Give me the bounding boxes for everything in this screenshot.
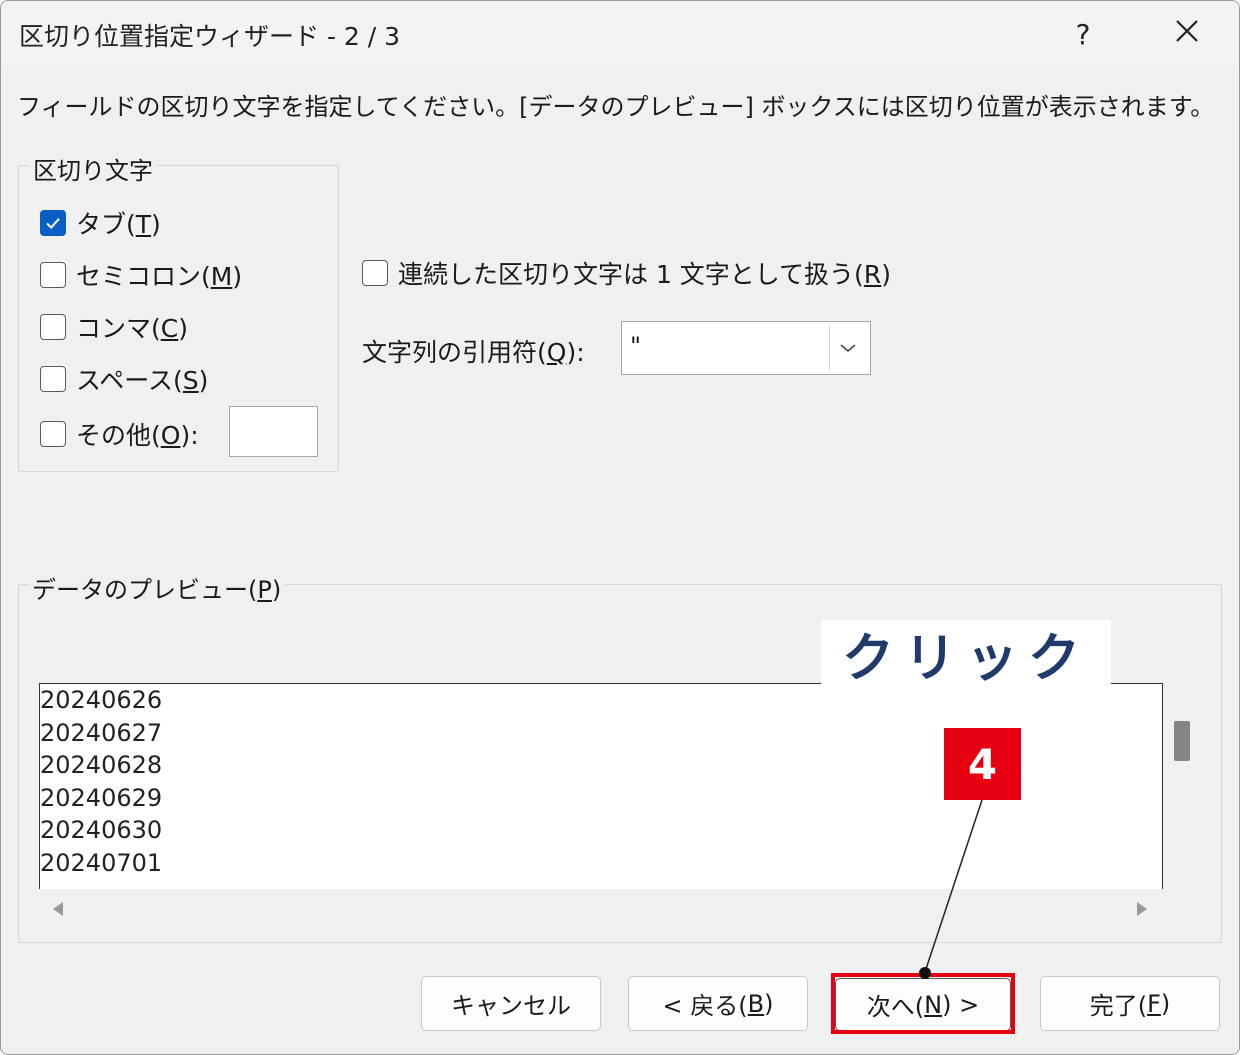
text-import-wizard-dialog: 区切り位置指定ウィザード - 2 / 3 ? フィールドの区切り文字を指定してく…: [0, 0, 1240, 1055]
click-callout-label: クリック: [821, 620, 1111, 689]
callout-line: [919, 799, 983, 979]
step-number-badge: 4: [944, 728, 1021, 800]
